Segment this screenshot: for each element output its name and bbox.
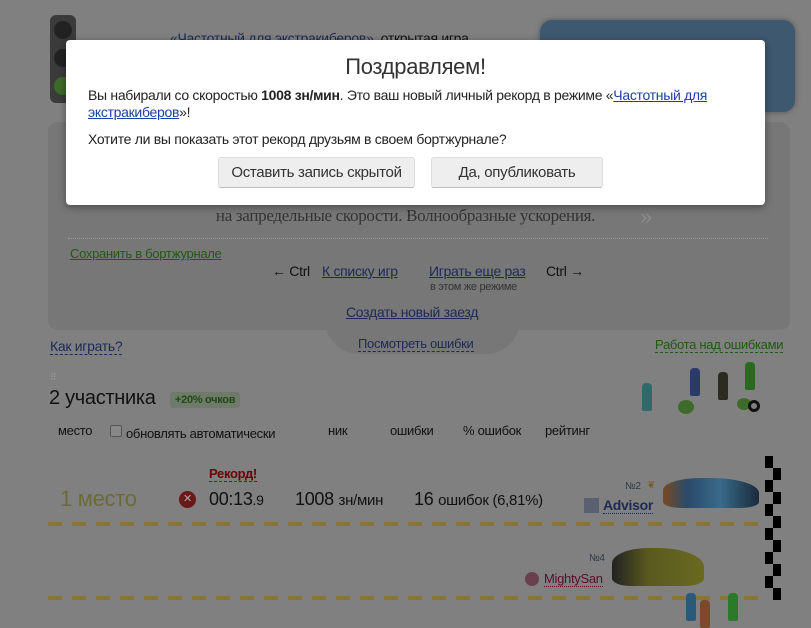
finish-flag — [765, 456, 781, 600]
speed: 1008 зн/мин — [295, 489, 384, 509]
col-errors: ошибки — [390, 423, 434, 438]
prev-hint: ← Ctrl — [272, 263, 310, 279]
race-time: 00:13.9 — [209, 489, 264, 509]
participants-title: 2 участника — [49, 387, 156, 409]
col-error-pct: % ошибок — [463, 423, 522, 438]
col-rating: рейтинг — [545, 423, 590, 438]
how-to-play-link[interactable]: Как играть? — [50, 338, 123, 355]
play-again-link[interactable]: Играть еще раз — [429, 263, 526, 279]
rank: №2 — [625, 481, 641, 492]
race-text: на запредельные скорости. Волнообразные … — [215, 206, 596, 225]
spectator-icon — [700, 600, 710, 628]
nick-link[interactable]: MightySan — [544, 571, 603, 587]
keep-hidden-button[interactable]: Оставить запись скрытой — [218, 157, 415, 188]
place: 1 место — [60, 486, 137, 511]
new-race-link[interactable]: Создать новый заезд — [346, 304, 478, 320]
record-dialog: Поздравляем! Вы набирали со скоростью 10… — [66, 40, 765, 205]
spectator-icon — [745, 362, 755, 390]
car-icon — [663, 478, 759, 508]
back-to-list-link[interactable]: К списку игр — [322, 263, 398, 279]
close-icon[interactable]: ✕ — [179, 491, 196, 508]
save-to-journal-link[interactable]: Сохранить в бортжурнале — [70, 246, 222, 261]
spectator-icon — [642, 383, 652, 411]
errors: 16 ошибок (6,81%) — [414, 489, 543, 509]
spectator-icon — [686, 593, 696, 621]
drag-handle-icon[interactable]: ⠿ — [50, 372, 57, 383]
bush-icon — [678, 400, 694, 414]
auto-update-label[interactable]: обновлять автоматически — [126, 426, 276, 441]
col-place: место — [58, 423, 93, 438]
next-hint: Ctrl → — [546, 263, 584, 279]
tire-icon — [748, 400, 760, 412]
track-lane-line — [48, 596, 765, 600]
rank: №4 — [589, 553, 605, 564]
car-icon — [612, 548, 704, 586]
medal-icon: ❦ — [647, 480, 656, 491]
replay-sub: в этом же режиме — [430, 281, 517, 293]
track-lane-line — [48, 522, 765, 526]
dialog-question: Хотите ли вы показать этот рекорд друзья… — [88, 131, 507, 147]
bonus-badge: +20% очков — [170, 392, 241, 408]
next-arrows-icon: » — [640, 204, 652, 229]
spectator-icon — [690, 368, 700, 396]
divider — [68, 238, 768, 239]
dialog-title: Поздравляем! — [345, 54, 486, 79]
dialog-message: Вы набирали со скоростью 1008 зн/мин. Эт… — [88, 87, 708, 120]
avatar[interactable] — [525, 572, 539, 586]
view-errors-link[interactable]: Посмотреть ошибки — [358, 336, 474, 352]
work-on-errors-link[interactable]: Работа над ошибками — [655, 337, 783, 353]
record-link[interactable]: Рекорд! — [209, 466, 257, 482]
spectator-icon — [718, 372, 728, 400]
auto-update-checkbox[interactable] — [110, 425, 122, 437]
col-nick: ник — [328, 423, 348, 438]
nick-link[interactable]: Advisor — [603, 497, 653, 514]
avatar[interactable] — [584, 498, 599, 513]
spectator-icon — [728, 593, 738, 621]
publish-button[interactable]: Да, опубликовать — [431, 157, 603, 188]
